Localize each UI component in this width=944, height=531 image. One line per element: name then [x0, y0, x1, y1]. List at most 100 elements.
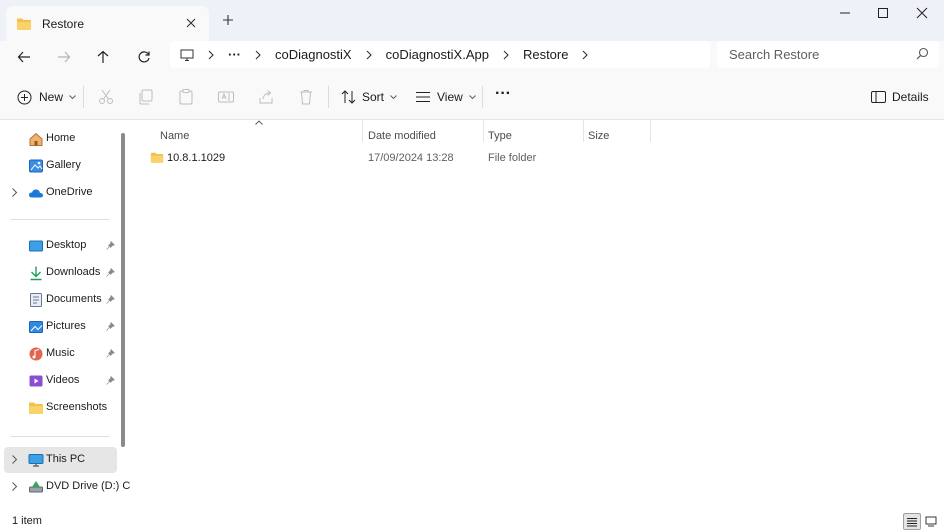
- file-name: 10.8.1.1029: [167, 152, 226, 164]
- gallery-icon: [29, 159, 43, 173]
- forward-button[interactable]: [51, 44, 77, 70]
- chevron-right-icon[interactable]: [11, 455, 18, 464]
- arrow-up-icon: [97, 50, 109, 63]
- sidebar-item-home[interactable]: Home: [4, 126, 117, 152]
- new-button[interactable]: New: [17, 86, 76, 108]
- large-icons-view-icon: [925, 516, 937, 527]
- column-header-type[interactable]: Type: [488, 125, 512, 147]
- close-tab-icon[interactable]: [183, 15, 199, 31]
- breadcrumb-codiagnostix-app[interactable]: coDiagnostiX.App: [386, 47, 489, 62]
- pin-icon[interactable]: [106, 376, 115, 385]
- sidebar-item-screenshots[interactable]: Screenshots: [4, 395, 117, 421]
- sidebar-item-label: Documents: [46, 293, 102, 305]
- breadcrumb-restore[interactable]: Restore: [523, 47, 569, 62]
- tiles-view-button[interactable]: [922, 513, 940, 530]
- new-tab-icon[interactable]: [220, 12, 236, 28]
- sidebar-item-downloads[interactable]: Downloads: [4, 260, 117, 286]
- tab-title: Restore: [42, 16, 85, 31]
- arrow-right-icon: [58, 51, 71, 63]
- search-icon: [916, 47, 929, 60]
- copy-icon[interactable]: [137, 88, 155, 106]
- close-window-button[interactable]: [910, 4, 934, 22]
- sidebar-item-this-pc[interactable]: This PC: [4, 447, 117, 473]
- navigation-bar: ··· coDiagnostiX coDiagnostiX.App Restor…: [0, 41, 944, 74]
- sidebar-item-dvd-drive[interactable]: DVD Drive (D:) C: [4, 474, 130, 500]
- column-header-size[interactable]: Size: [588, 125, 609, 147]
- file-list: Name Date modified Type Size 10.8.1.1029…: [131, 120, 944, 512]
- sidebar-item-desktop[interactable]: Desktop: [4, 233, 117, 259]
- sidebar-item-onedrive[interactable]: OneDrive: [4, 180, 117, 206]
- sidebar-item-music[interactable]: Music: [4, 341, 117, 367]
- share-icon[interactable]: [257, 88, 275, 106]
- search-placeholder: Search Restore: [729, 47, 820, 62]
- delete-icon[interactable]: [297, 88, 315, 106]
- details-button[interactable]: Details: [871, 86, 929, 108]
- download-icon: [30, 266, 42, 281]
- breadcrumb-codiagnostix[interactable]: coDiagnostiX: [275, 47, 352, 62]
- back-button[interactable]: [11, 44, 37, 70]
- table-row[interactable]: 10.8.1.1029 17/09/2024 13:28 File folder: [145, 147, 645, 169]
- column-divider[interactable]: [362, 120, 363, 142]
- navigation-pane: Home Gallery OneDrive Desktop Downloads …: [0, 120, 131, 512]
- sidebar-item-videos[interactable]: Videos: [4, 368, 117, 394]
- pin-icon[interactable]: [106, 241, 115, 250]
- toolbar-divider: [482, 86, 483, 108]
- cut-icon[interactable]: [97, 88, 115, 106]
- pin-icon[interactable]: [106, 295, 115, 304]
- column-header-name[interactable]: Name: [160, 125, 189, 147]
- chevron-right-icon[interactable]: [11, 482, 18, 491]
- address-bar[interactable]: ··· coDiagnostiX coDiagnostiX.App Restor…: [170, 41, 710, 68]
- sort-ascending-icon: [255, 120, 263, 125]
- column-divider[interactable]: [483, 120, 484, 142]
- up-button[interactable]: [90, 44, 116, 70]
- chevron-right-icon[interactable]: [11, 188, 18, 197]
- column-divider[interactable]: [650, 120, 651, 142]
- view-label: View: [437, 90, 463, 104]
- refresh-icon: [138, 51, 150, 63]
- sidebar-item-label: Videos: [46, 374, 80, 386]
- sort-label: Sort: [362, 90, 385, 104]
- music-icon: [29, 347, 43, 361]
- sidebar-item-label: Gallery: [46, 159, 81, 171]
- pin-icon[interactable]: [106, 322, 115, 331]
- maximize-button[interactable]: [871, 4, 895, 22]
- tab-restore[interactable]: Restore: [6, 6, 209, 41]
- see-more-button[interactable]: ···: [495, 83, 511, 105]
- chevron-down-icon: [69, 94, 76, 99]
- sidebar-item-label: Home: [46, 132, 76, 144]
- sidebar-item-label: This PC: [46, 453, 86, 465]
- column-header-date[interactable]: Date modified: [368, 125, 436, 147]
- toolbar-divider: [83, 86, 84, 108]
- details-label: Details: [892, 90, 929, 104]
- sidebar-item-pictures[interactable]: Pictures: [4, 314, 117, 340]
- pin-icon[interactable]: [106, 268, 115, 277]
- sidebar-item-gallery[interactable]: Gallery: [4, 153, 117, 179]
- chevron-right-icon[interactable]: [580, 50, 590, 60]
- sidebar-scroll-thumb[interactable]: [121, 133, 125, 447]
- folder-icon: [17, 18, 31, 30]
- search-box[interactable]: Search Restore: [717, 41, 939, 68]
- sidebar-item-label: OneDrive: [46, 186, 93, 198]
- view-button[interactable]: View: [415, 86, 476, 108]
- document-icon: [30, 293, 42, 307]
- column-divider[interactable]: [583, 120, 584, 142]
- new-label: New: [39, 90, 64, 104]
- minimize-button[interactable]: [833, 4, 857, 22]
- sidebar-divider: [10, 436, 110, 437]
- details-view-button[interactable]: [903, 513, 921, 530]
- folder-icon: [29, 402, 43, 414]
- cloud-icon: [29, 189, 43, 198]
- refresh-button[interactable]: [131, 44, 157, 70]
- minimize-icon: [840, 12, 850, 14]
- view-list-icon: [416, 92, 430, 102]
- paste-icon[interactable]: [177, 88, 195, 106]
- file-type: File folder: [488, 152, 537, 164]
- chevron-down-icon: [390, 94, 397, 99]
- rename-icon[interactable]: [217, 88, 235, 106]
- sort-button[interactable]: Sort: [341, 86, 397, 108]
- pin-icon[interactable]: [106, 349, 115, 358]
- sidebar-item-documents[interactable]: Documents: [4, 287, 117, 313]
- sidebar-item-label: Desktop: [46, 239, 87, 251]
- breadcrumb-overflow[interactable]: ···: [228, 47, 241, 62]
- status-bar: 1 item: [0, 512, 944, 531]
